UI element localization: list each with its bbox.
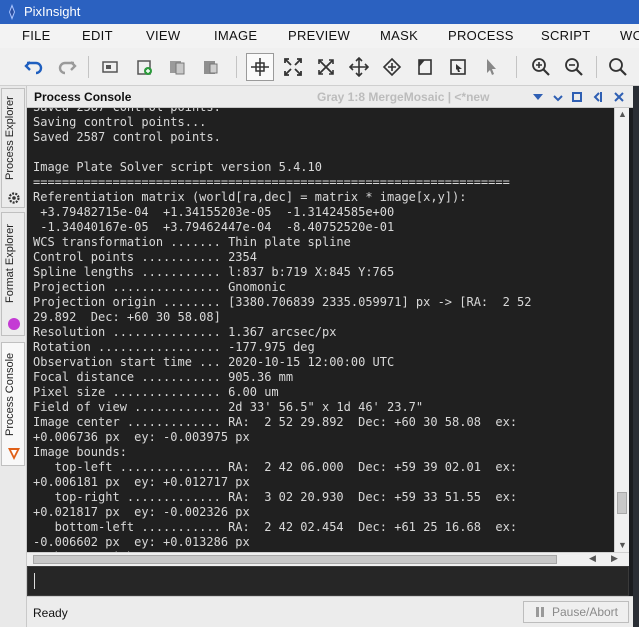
status-text: Ready: [33, 606, 68, 620]
zoom-fit-icon: [284, 58, 302, 76]
zoom-in-icon: [532, 58, 550, 76]
center-icon: [349, 57, 369, 77]
left-tab-strip: Process Explorer Format Explorer Process…: [0, 86, 27, 627]
new-image-icon: [102, 61, 118, 73]
mask-icon: [418, 59, 432, 75]
maximize-icon: [571, 91, 582, 102]
tab-label: Process Console: [4, 352, 16, 436]
scroll-left-icon[interactable]: ◀: [589, 553, 596, 564]
center-button[interactable]: [345, 53, 373, 81]
readout-mode-icon: [251, 58, 269, 76]
title-bar: PixInsight: [0, 0, 639, 24]
menu-bar: FILE EDIT VIEW IMAGE PREVIEW MASK PROCES…: [0, 24, 639, 48]
undock-icon: [593, 91, 602, 102]
panel-minimize-button[interactable]: [550, 89, 565, 104]
transform-button[interactable]: [378, 53, 406, 81]
vertical-scroll-thumb[interactable]: [617, 492, 627, 514]
pointer-button[interactable]: [477, 53, 505, 81]
main-toolbar: [0, 48, 639, 86]
toolbar-separator: [596, 56, 597, 78]
process-console-icon: [8, 448, 20, 460]
search-icon: [609, 58, 627, 76]
menu-view[interactable]: VIEW: [146, 28, 180, 43]
zoom-in-button[interactable]: [527, 53, 555, 81]
pan-mode-button[interactable]: [312, 53, 340, 81]
mask-button[interactable]: [411, 53, 439, 81]
menu-mask[interactable]: MASK: [380, 28, 418, 43]
select-tool-button[interactable]: [444, 53, 472, 81]
readout-mode-button[interactable]: [246, 53, 274, 81]
copy-icon: [170, 61, 185, 75]
toolbar-separator: [516, 56, 517, 78]
text-caret: [34, 573, 35, 589]
tab-label: Process Explorer: [4, 96, 16, 180]
gear-icon: [8, 192, 20, 204]
console-text: Saved 2587 control points. Saving contro…: [33, 108, 532, 552]
tab-label: Format Explorer: [4, 224, 16, 304]
menu-preview[interactable]: PREVIEW: [288, 28, 350, 43]
paste-button[interactable]: [196, 53, 224, 81]
menu-image[interactable]: IMAGE: [214, 28, 257, 43]
paste-icon: [204, 61, 218, 74]
status-bar: Ready Pause/Abort: [27, 596, 633, 627]
copy-button[interactable]: [163, 53, 191, 81]
chevron-down-icon: [532, 93, 543, 100]
tab-process-explorer[interactable]: Process Explorer: [1, 88, 25, 208]
background-view-title: Gray 1:8 MergeMosaic | <*new: [317, 90, 490, 104]
horizontal-scroll-thumb[interactable]: [33, 555, 557, 564]
undo-button[interactable]: [20, 53, 48, 81]
pause-abort-button[interactable]: Pause/Abort: [523, 601, 629, 623]
console-command-input[interactable]: [27, 566, 629, 596]
menu-window[interactable]: WC: [620, 28, 639, 43]
window-title: PixInsight: [24, 4, 81, 19]
close-icon: [613, 91, 624, 102]
panel-undock-button[interactable]: [589, 89, 604, 104]
console-vertical-scrollbar[interactable]: ▲ ▼: [614, 108, 629, 552]
panel-title: Process Console: [34, 90, 132, 104]
zoom-out-button[interactable]: [560, 53, 588, 81]
redo-icon: [58, 61, 77, 75]
toolbar-separator: [88, 56, 89, 78]
zoom-fit-button[interactable]: [279, 53, 307, 81]
menu-edit[interactable]: EDIT: [82, 28, 113, 43]
workspace-edge: [633, 86, 639, 627]
undo-icon: [24, 61, 43, 75]
pan-mode-icon: [318, 59, 334, 75]
select-tool-icon: [450, 59, 466, 75]
panel-close-button[interactable]: [611, 89, 626, 104]
panel-header: Process Console Gray 1:8 MergeMosaic | <…: [27, 86, 633, 108]
new-preview-icon: [137, 60, 152, 75]
menu-file[interactable]: FILE: [22, 28, 51, 43]
pointer-icon: [487, 59, 496, 75]
transform-icon: [382, 57, 402, 77]
panel-menu-button[interactable]: [530, 89, 545, 104]
format-explorer-icon: [8, 318, 20, 330]
scroll-down-icon[interactable]: ▼: [618, 540, 627, 550]
menu-script[interactable]: SCRIPT: [541, 28, 590, 43]
tab-format-explorer[interactable]: Format Explorer: [1, 212, 25, 336]
scroll-right-icon[interactable]: ▶: [611, 553, 618, 564]
new-image-button[interactable]: [96, 53, 124, 81]
panel-maximize-button[interactable]: [569, 89, 584, 104]
pixinsight-logo-icon: [9, 4, 15, 20]
scroll-up-icon[interactable]: ▲: [618, 109, 627, 119]
menu-process[interactable]: PROCESS: [448, 28, 514, 43]
pause-abort-label: Pause/Abort: [551, 605, 619, 619]
pause-icon: [535, 607, 544, 617]
tab-process-console[interactable]: Process Console: [1, 342, 25, 466]
console-output[interactable]: Saved 2587 control points. Saving contro…: [27, 108, 614, 552]
toolbar-separator: [236, 56, 237, 78]
zoom-out-icon: [565, 58, 583, 76]
new-preview-button[interactable]: [130, 53, 158, 81]
console-horizontal-scrollbar[interactable]: ◀ ▶: [27, 552, 629, 566]
redo-button[interactable]: [53, 53, 81, 81]
search-button[interactable]: [604, 53, 632, 81]
minimize-icon: [552, 94, 563, 101]
